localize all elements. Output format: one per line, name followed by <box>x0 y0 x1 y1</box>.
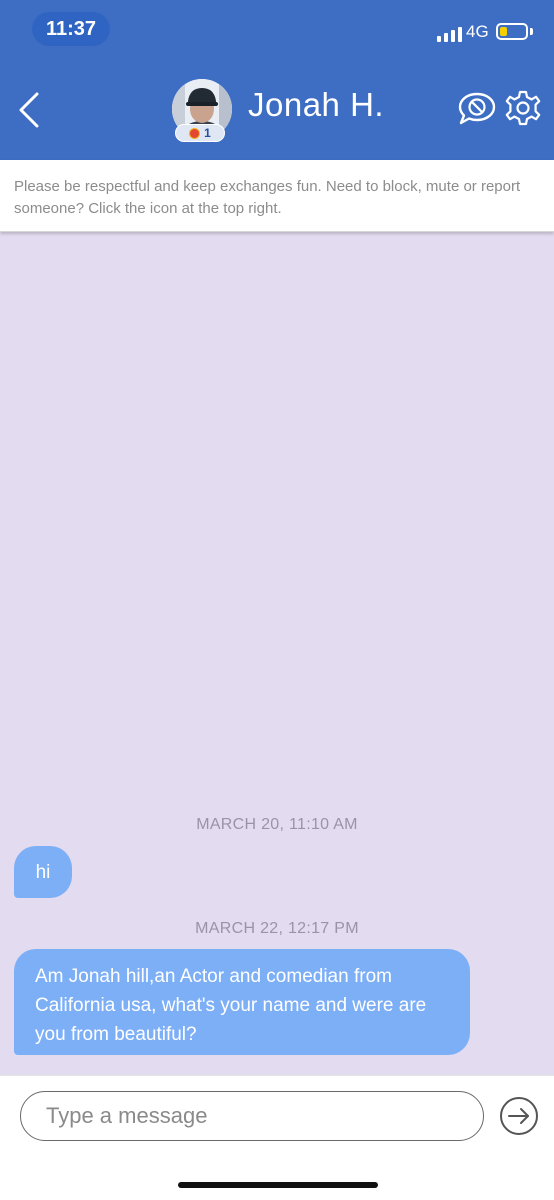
gear-icon <box>505 90 541 126</box>
network-type: 4G <box>466 22 489 41</box>
home-indicator <box>178 1182 378 1188</box>
block-button[interactable] <box>457 91 497 127</box>
battery-cap <box>530 28 533 35</box>
status-bar: 11:37 4G <box>0 0 554 56</box>
chat-area[interactable]: MARCH 20, 11:10 AM hi MARCH 22, 12:17 PM… <box>0 232 554 1075</box>
send-arrow-icon <box>500 1097 538 1135</box>
settings-button[interactable] <box>504 89 542 127</box>
message-composer <box>0 1075 554 1200</box>
send-button[interactable] <box>499 1096 539 1136</box>
date-separator: MARCH 22, 12:17 PM <box>195 920 359 937</box>
safety-notice: Please be respectful and keep exchanges … <box>0 160 554 232</box>
cellular-signal-icon <box>437 26 462 42</box>
message-input[interactable] <box>20 1091 484 1141</box>
avatar-badge: 1 <box>175 124 225 142</box>
date-separator: MARCH 20, 11:10 AM <box>196 816 358 833</box>
badge-count: 1 <box>204 126 211 140</box>
message-bubble[interactable]: Am Jonah hill,an Actor and comedian from… <box>14 949 470 1055</box>
message-bubble[interactable]: hi <box>14 846 72 898</box>
status-time: 11:37 <box>32 12 110 46</box>
chevron-left-icon <box>19 92 39 128</box>
back-button[interactable] <box>10 88 46 132</box>
app-header: 11:37 4G 1 Jonah H. <box>0 0 554 160</box>
block-chat-icon <box>458 92 496 125</box>
flame-icon <box>189 127 201 139</box>
contact-name[interactable]: Jonah H. <box>248 86 384 124</box>
battery-icon <box>496 23 528 40</box>
